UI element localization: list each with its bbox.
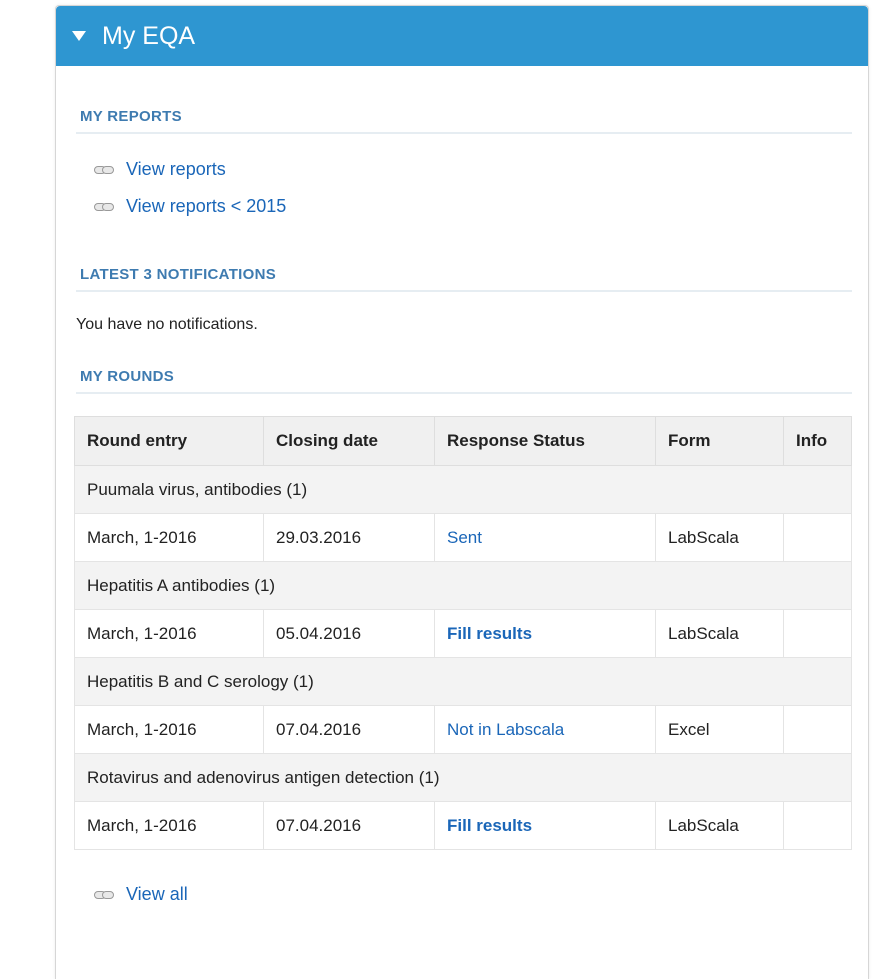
my-eqa-panel: My EQA MY REPORTS View reports View repo… — [55, 5, 869, 979]
view-all-label[interactable]: View all — [126, 884, 188, 905]
round-entry-cell: March, 1-2016 — [74, 705, 264, 754]
panel-header[interactable]: My EQA — [56, 6, 868, 66]
link-icon — [94, 890, 114, 899]
table-row: March, 1-2016 29.03.2016 Sent LabScala — [74, 513, 852, 562]
col-round-entry: Round entry — [74, 416, 264, 466]
table-row-group: Hepatitis A antibodies (1) — [74, 561, 852, 610]
panel-title: My EQA — [102, 21, 196, 50]
response-status-cell: Not in Labscala — [434, 705, 656, 754]
closing-date-cell: 05.04.2016 — [263, 609, 435, 658]
table-row: March, 1-2016 07.04.2016 Fill results La… — [74, 801, 852, 850]
form-cell: LabScala — [655, 609, 784, 658]
status-link-fill-results[interactable]: Fill results — [447, 816, 532, 835]
form-cell: Excel — [655, 705, 784, 754]
status-link-fill-results[interactable]: Fill results — [447, 624, 532, 643]
table-row-group: Rotavirus and adenovirus antigen detecti… — [74, 753, 852, 802]
my-rounds-heading: MY ROUNDS — [76, 368, 852, 394]
closing-date-cell: 07.04.2016 — [263, 705, 435, 754]
info-cell — [783, 801, 852, 850]
col-form: Form — [655, 416, 784, 466]
group-name: Hepatitis A antibodies (1) — [74, 561, 852, 610]
form-cell: LabScala — [655, 801, 784, 850]
view-reports-2015-link[interactable]: View reports < 2015 — [76, 188, 852, 225]
table-header-row: Round entry Closing date Response Status… — [74, 416, 852, 466]
round-entry-cell: March, 1-2016 — [74, 801, 264, 850]
form-cell: LabScala — [655, 513, 784, 562]
status-link-not-in-labscala[interactable]: Not in Labscala — [447, 720, 564, 739]
panel-body: MY REPORTS View reports View reports < 2… — [56, 66, 868, 913]
info-cell — [783, 705, 852, 754]
view-reports-label[interactable]: View reports — [126, 159, 226, 180]
table-row-group: Puumala virus, antibodies (1) — [74, 465, 852, 514]
info-cell — [783, 513, 852, 562]
link-icon — [94, 165, 114, 174]
round-entry-cell: March, 1-2016 — [74, 513, 264, 562]
round-entry-cell: March, 1-2016 — [74, 609, 264, 658]
view-all-link[interactable]: View all — [76, 876, 852, 913]
col-info: Info — [783, 416, 852, 466]
my-reports-links: View reports View reports < 2015 — [76, 151, 852, 225]
closing-date-cell: 07.04.2016 — [263, 801, 435, 850]
info-cell — [783, 609, 852, 658]
col-closing-date: Closing date — [263, 416, 435, 466]
table-row: March, 1-2016 05.04.2016 Fill results La… — [74, 609, 852, 658]
status-link-sent[interactable]: Sent — [447, 528, 482, 547]
table-row: March, 1-2016 07.04.2016 Not in Labscala… — [74, 705, 852, 754]
table-row-group: Hepatitis B and C serology (1) — [74, 657, 852, 706]
closing-date-cell: 29.03.2016 — [263, 513, 435, 562]
group-name: Hepatitis B and C serology (1) — [74, 657, 852, 706]
link-icon — [94, 202, 114, 211]
collapse-caret-icon[interactable] — [72, 31, 86, 41]
group-name: Puumala virus, antibodies (1) — [74, 465, 852, 514]
notifications-heading: LATEST 3 NOTIFICATIONS — [76, 266, 852, 292]
response-status-cell: Fill results — [434, 801, 656, 850]
my-reports-heading: MY REPORTS — [76, 108, 852, 134]
response-status-cell: Fill results — [434, 609, 656, 658]
group-name: Rotavirus and adenovirus antigen detecti… — [74, 753, 852, 802]
view-reports-link[interactable]: View reports — [76, 151, 852, 188]
rounds-links: View all — [76, 876, 852, 913]
col-response-status: Response Status — [434, 416, 656, 466]
response-status-cell: Sent — [434, 513, 656, 562]
view-reports-2015-label[interactable]: View reports < 2015 — [126, 196, 286, 217]
no-notifications-message: You have no notifications. — [76, 316, 258, 333]
rounds-table: Round entry Closing date Response Status… — [74, 416, 852, 850]
